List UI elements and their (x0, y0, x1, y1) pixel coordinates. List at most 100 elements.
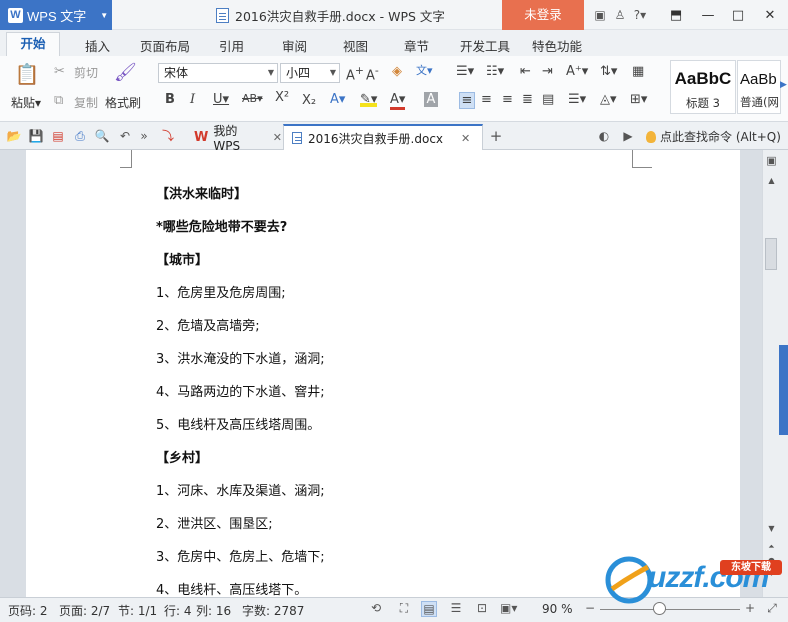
help-icon[interactable]: ?▾ (630, 0, 650, 30)
tab-developer[interactable]: 开发工具 (460, 36, 510, 55)
border-icon[interactable]: ⊞▾ (630, 92, 647, 107)
status-col[interactable]: 列: 16 (196, 602, 231, 619)
fullscreen-icon[interactable]: ⬒ (662, 0, 690, 30)
align-center-icon[interactable]: ≡ (481, 92, 492, 107)
underline-icon[interactable]: U▾ (213, 92, 229, 107)
status-pages[interactable]: 页面: 2/7 (59, 602, 110, 619)
text-effect-icon[interactable]: A▾ (330, 92, 345, 107)
page-view-icon[interactable]: ▤ (421, 601, 437, 617)
font-name-select[interactable]: 宋体 ▼ (158, 63, 278, 83)
tab-review[interactable]: 审阅 (282, 36, 307, 55)
tab-chapter[interactable]: 章节 (404, 36, 429, 55)
increase-indent-icon[interactable]: ⇥ (542, 64, 553, 79)
font-color-icon[interactable]: A▾ (390, 92, 406, 110)
revision-icon[interactable]: ⟲ (368, 601, 384, 617)
open-icon[interactable]: 📂 (6, 128, 22, 144)
status-row[interactable]: 行: 4 (164, 602, 192, 619)
web-view-icon[interactable]: ⊡ (474, 601, 490, 617)
outline-view-icon[interactable]: ☰ (448, 601, 464, 617)
document-page[interactable]: 【洪水来临时】 *哪些危险地带不要去? 【城市】 1、危房里及危房周围; 2、危墙及高墙… (26, 150, 740, 597)
undo-icon[interactable]: ↶ (117, 128, 133, 144)
style-heading3[interactable]: AaBbC 标题 3 (670, 60, 736, 114)
close-button[interactable]: ✕ (756, 0, 784, 30)
scroll-thumb[interactable] (765, 238, 777, 270)
skin-icon[interactable]: ▣ (590, 0, 610, 30)
clear-format-icon[interactable]: ◈ (392, 64, 402, 79)
tab-my-wps[interactable]: W 我的WPS ✕ (186, 124, 282, 153)
close-tab-icon[interactable]: ✕ (461, 132, 470, 145)
pinyin-icon[interactable]: 文▾ (416, 62, 433, 78)
styles-more-icon[interactable]: ▶ (780, 80, 787, 90)
justify-icon[interactable]: ≣ (522, 92, 533, 107)
table-icon[interactable]: ▦ (632, 64, 644, 79)
paint-bucket-icon[interactable]: ◬▾ (600, 92, 617, 107)
status-words[interactable]: 字数: 2787 (242, 602, 304, 619)
new-tab-icon[interactable]: + (488, 128, 504, 144)
document-icon (216, 8, 229, 23)
shirt-icon[interactable]: ♙ (610, 0, 630, 30)
more-icon[interactable]: » (136, 128, 152, 144)
font-size-select[interactable]: 小四 ▼ (280, 63, 340, 83)
window-title: 2016洪灾自救手册.docx - WPS 文字 (216, 6, 445, 25)
reading-view-icon[interactable]: ▣▾ (500, 601, 517, 617)
login-button[interactable]: 未登录 (502, 0, 584, 30)
tab-page-layout[interactable]: 页面布局 (140, 36, 190, 55)
highlight-icon[interactable]: ✎▾ (360, 92, 378, 107)
decrease-indent-icon[interactable]: ⇤ (520, 64, 531, 79)
zoom-out-icon[interactable]: − (582, 601, 598, 617)
find-command[interactable]: 点此查找命令 (Alt+Q) (646, 128, 781, 145)
strikethrough-icon[interactable]: AB▾ (242, 92, 263, 105)
paste-icon[interactable]: 📋 (14, 62, 40, 86)
app-menu-button[interactable]: W WPS 文字 ▼ (0, 0, 112, 30)
char-shading-icon[interactable]: A (424, 92, 438, 107)
numbering-icon[interactable]: ☷▾ (486, 64, 504, 79)
format-painter-button[interactable]: 格式刷 (105, 94, 141, 111)
shrink-font-icon[interactable]: A- (366, 64, 379, 83)
status-section[interactable]: 节: 1/1 (118, 602, 157, 619)
side-panel-toggle[interactable] (779, 345, 788, 435)
style-normal[interactable]: AaBb 普通(网 (737, 60, 781, 114)
tab-document[interactable]: 2016洪灾自救手册.docx ✕ (283, 124, 483, 150)
zoom-level[interactable]: 90 % (542, 602, 573, 616)
status-page-no[interactable]: 页码: 2 (8, 602, 48, 619)
grow-font-icon[interactable]: A+ (346, 64, 364, 83)
paste-button[interactable]: 粘贴▾ (11, 94, 41, 111)
cut-button[interactable]: 剪切 (74, 64, 98, 81)
split-icon[interactable]: ▣ (763, 154, 780, 167)
bullets-icon[interactable]: ☰▾ (456, 64, 474, 79)
subscript-icon[interactable]: X₂ (302, 93, 316, 108)
full-screen-icon[interactable]: ⛶ (396, 601, 412, 617)
change-case-icon[interactable]: A⁺▾ (566, 64, 588, 79)
tab-references[interactable]: 引用 (219, 36, 244, 55)
print-icon[interactable]: ⎙ (72, 128, 88, 144)
share-icon[interactable]: ◐ (596, 128, 612, 144)
align-left-icon[interactable]: ≡ (459, 92, 475, 109)
prev-page-icon[interactable]: ⏶ (763, 542, 780, 552)
tab-special[interactable]: 特色功能 (532, 36, 582, 55)
minimize-button[interactable]: — (694, 0, 722, 30)
watermark-badge: 东坡下载 (720, 560, 782, 575)
superscript-icon[interactable]: X² (275, 90, 289, 105)
sort-icon[interactable]: ⇅▾ (600, 64, 617, 79)
align-right-icon[interactable]: ≡ (502, 92, 513, 107)
distribute-icon[interactable]: ▤ (542, 92, 554, 107)
line-spacing-icon[interactable]: ☰▾ (568, 92, 586, 107)
scroll-down-icon[interactable]: ▼ (763, 524, 780, 533)
pin-icon[interactable]: ⤵ (160, 128, 176, 144)
bold-icon[interactable]: B (165, 92, 175, 107)
export-pdf-icon[interactable]: ▤ (50, 128, 66, 144)
close-tab-icon[interactable]: ✕ (273, 131, 282, 144)
maximize-button[interactable]: □ (724, 0, 752, 30)
vertical-scrollbar[interactable]: ▣ ▲ ▼ ⏶ ● ⏷ (762, 150, 779, 597)
copy-button[interactable]: 复制 (74, 94, 98, 111)
send-icon[interactable]: ▶ (620, 128, 636, 144)
document-line: 3、洪水淹没的下水道，涵洞; (156, 352, 325, 367)
save-icon[interactable]: 💾 (28, 128, 44, 144)
tab-insert[interactable]: 插入 (85, 36, 110, 55)
tab-home[interactable]: 开始 (6, 32, 60, 56)
zoom-slider[interactable] (600, 609, 740, 610)
italic-icon[interactable]: I (190, 92, 195, 107)
tab-view[interactable]: 视图 (343, 36, 368, 55)
scroll-up-icon[interactable]: ▲ (763, 176, 780, 185)
print-preview-icon[interactable]: 🔍 (94, 128, 110, 144)
